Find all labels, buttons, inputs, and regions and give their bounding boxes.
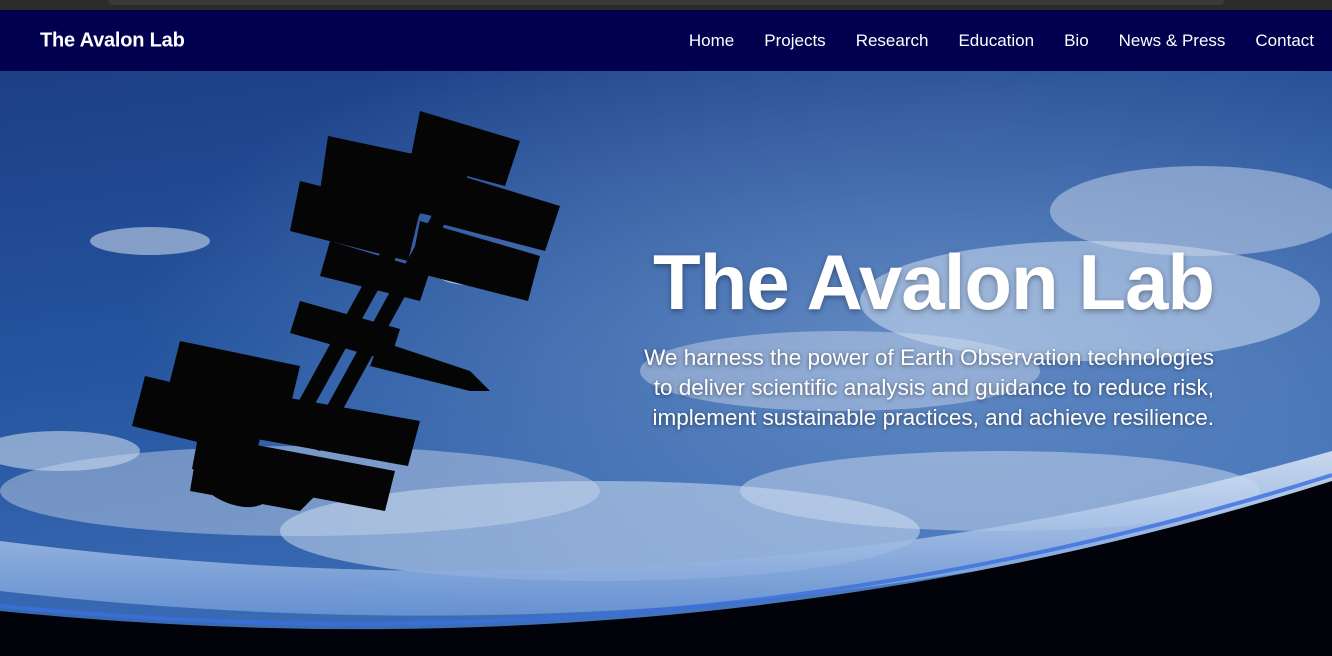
nav-item-contact: Contact xyxy=(1255,31,1314,51)
nav-link-news-press[interactable]: News & Press xyxy=(1119,31,1226,50)
hero-tagline-line: to deliver scientific analysis and guida… xyxy=(653,375,1214,400)
nav-link-education[interactable]: Education xyxy=(958,31,1034,50)
browser-address-area xyxy=(108,0,1224,5)
hero-title: The Avalon Lab xyxy=(653,238,1215,326)
nav-link-contact[interactable]: Contact xyxy=(1255,31,1314,50)
hero-text-block: The Avalon Lab We harness the power of E… xyxy=(644,238,1215,433)
nav-link-bio[interactable]: Bio xyxy=(1064,31,1089,50)
browser-chrome-strip xyxy=(0,0,1332,10)
navbar: The Avalon Lab Home Projects Research Ed… xyxy=(0,10,1332,71)
nav-item-home: Home xyxy=(689,31,734,51)
hero-section: The Avalon Lab We harness the power of E… xyxy=(0,71,1332,656)
nav-link-projects[interactable]: Projects xyxy=(764,31,825,50)
nav-item-research: Research xyxy=(856,31,929,51)
hero-tagline: We harness the power of Earth Observatio… xyxy=(644,343,1214,433)
nav-item-projects: Projects xyxy=(764,31,825,51)
hero-tagline-line: We harness the power of Earth Observatio… xyxy=(644,345,1214,370)
brand-link[interactable]: The Avalon Lab xyxy=(40,29,185,52)
nav-item-bio: Bio xyxy=(1064,31,1089,51)
hero-tagline-line: implement sustainable practices, and ach… xyxy=(652,405,1214,430)
nav-item-news-press: News & Press xyxy=(1119,31,1226,51)
nav-menu: Home Projects Research Education Bio New… xyxy=(689,31,1314,51)
nav-link-home[interactable]: Home xyxy=(689,31,734,50)
nav-item-education: Education xyxy=(958,31,1034,51)
nav-link-research[interactable]: Research xyxy=(856,31,929,50)
